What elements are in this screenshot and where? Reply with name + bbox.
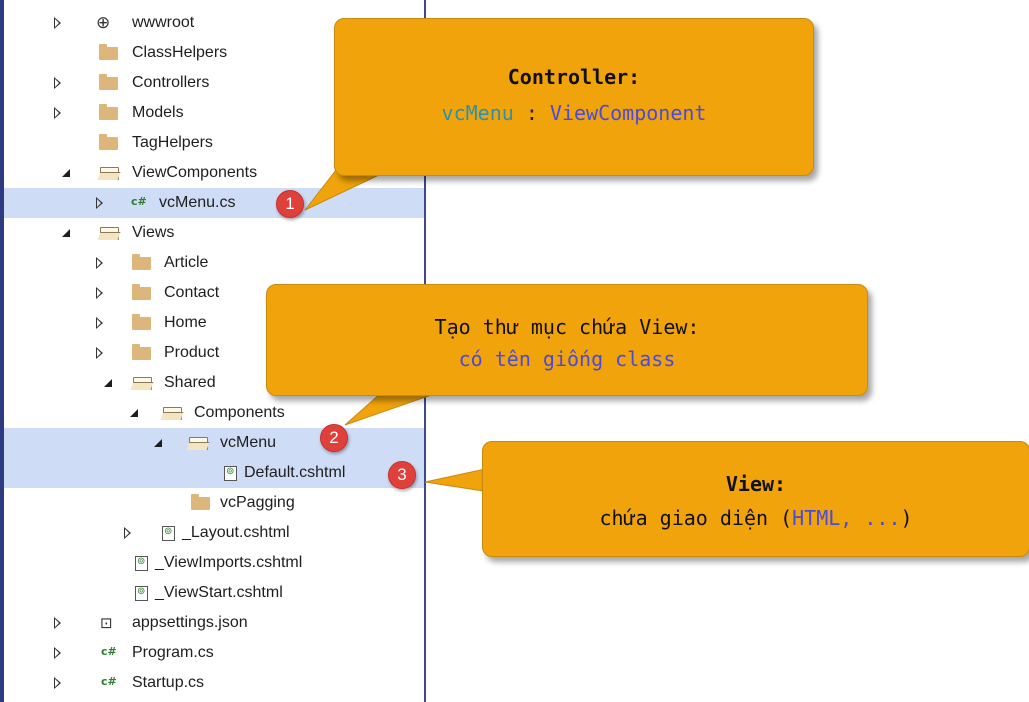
callout-text: chứa giao diện (: [599, 506, 793, 530]
tree-item-label: Contact: [164, 284, 220, 301]
expand-arrow-icon[interactable]: [96, 347, 103, 359]
tree-item-label: vcMenu.cs: [159, 194, 236, 211]
open-folder-icon: [100, 227, 119, 240]
expand-arrow-icon[interactable]: [54, 77, 61, 89]
tree-item-label: Program.cs: [132, 644, 214, 661]
tree-item-label: Shared: [164, 374, 216, 391]
tree-item-label: Controllers: [132, 74, 210, 91]
expand-arrow-icon[interactable]: [54, 617, 61, 629]
collapse-arrow-icon[interactable]: [154, 439, 162, 447]
class-separator: :: [513, 101, 550, 125]
tree-item-label: _ViewImports.cshtml: [155, 554, 303, 571]
folder-icon: [191, 494, 210, 510]
folder-icon: [132, 344, 151, 360]
open-folder-icon: [189, 437, 208, 450]
step-badge-3: 3: [388, 461, 416, 489]
tree-item-views[interactable]: Views: [4, 218, 424, 248]
folder-icon: [99, 104, 118, 120]
json-file-icon: ⊡: [100, 614, 113, 632]
tree-item-article[interactable]: Article: [4, 248, 424, 278]
open-folder-icon: [133, 377, 152, 390]
callout-view-line: chứa giao diện (HTML, ...): [483, 506, 1029, 530]
expand-arrow-icon[interactable]: [54, 107, 61, 119]
callout-controller: Controller: vcMenu : ViewComponent: [334, 18, 814, 176]
expand-arrow-icon[interactable]: [54, 17, 61, 29]
collapse-arrow-icon[interactable]: [62, 169, 70, 177]
tree-item-layout-cshtml[interactable]: _Layout.cshtml: [4, 518, 424, 548]
folder-icon: [99, 134, 118, 150]
folder-icon: [99, 74, 118, 90]
folder-icon: [132, 254, 151, 270]
expand-arrow-icon[interactable]: [96, 197, 103, 209]
expand-arrow-icon[interactable]: [124, 527, 131, 539]
expand-arrow-icon[interactable]: [54, 677, 61, 689]
callout-view: View: chứa giao diện (HTML, ...): [482, 441, 1029, 557]
tree-item-label: Startup.cs: [132, 674, 205, 691]
tree-item-vcpagging[interactable]: vcPagging: [4, 488, 424, 518]
open-folder-icon: [100, 167, 119, 180]
globe-icon: ⊕: [96, 13, 111, 33]
collapse-arrow-icon[interactable]: [104, 379, 112, 387]
callout-text: Tạo thư mục chứa View:: [434, 315, 700, 339]
csharp-file-icon: c#: [101, 645, 117, 658]
tree-item-program[interactable]: c# Program.cs: [4, 638, 424, 668]
tree-item-label: Article: [164, 254, 209, 271]
expand-arrow-icon[interactable]: [54, 647, 61, 659]
callout-class-line: vcMenu : ViewComponent: [335, 101, 813, 125]
step-badge-1: 1: [276, 190, 304, 218]
tree-item-appsettings[interactable]: ⊡ appsettings.json: [4, 608, 424, 638]
tree-item-label: Default.cshtml: [244, 464, 346, 481]
step-badge-2: 2: [320, 424, 348, 452]
tree-item-label: Views: [132, 224, 175, 241]
razor-file-icon: [162, 526, 175, 541]
tree-item-label: Home: [164, 314, 207, 331]
tree-item-label: TagHelpers: [132, 134, 213, 151]
tree-item-label: ViewComponents: [132, 164, 258, 181]
tree-item-viewimports[interactable]: _ViewImports.cshtml: [4, 548, 424, 578]
class-name: vcMenu: [441, 101, 514, 125]
folder-icon: [132, 314, 151, 330]
expand-arrow-icon[interactable]: [96, 257, 103, 269]
tree-item-label: Components: [194, 404, 285, 421]
collapse-arrow-icon[interactable]: [62, 229, 70, 237]
base-class-name: ViewComponent: [549, 101, 707, 125]
callout-title: View:: [725, 472, 787, 496]
tree-item-startup[interactable]: c# Startup.cs: [4, 668, 424, 698]
tree-item-label: appsettings.json: [132, 614, 248, 631]
tree-item-label: _ViewStart.cshtml: [155, 584, 283, 601]
tree-item-label: Models: [132, 104, 184, 121]
tree-item-label: _Layout.cshtml: [182, 524, 290, 541]
collapse-arrow-icon[interactable]: [130, 409, 138, 417]
razor-file-icon: [224, 466, 237, 481]
tree-item-label: vcPagging: [220, 494, 295, 511]
callout-text-highlight: có tên giống class: [458, 347, 676, 371]
callout-folder: Tạo thư mục chứa View: có tên giống clas…: [266, 284, 868, 396]
tree-item-label: Product: [164, 344, 220, 361]
razor-file-icon: [135, 586, 148, 601]
tree-item-label: ClassHelpers: [132, 44, 228, 61]
tree-item-label: vcMenu: [220, 434, 277, 451]
open-folder-icon: [163, 407, 182, 420]
tree-item-default-cshtml[interactable]: Default.cshtml: [4, 458, 424, 488]
tree-item-label: wwwroot: [132, 14, 195, 31]
razor-file-icon: [135, 556, 148, 571]
callout-title: Controller:: [507, 65, 641, 89]
csharp-file-icon: c#: [101, 675, 117, 688]
expand-arrow-icon[interactable]: [96, 317, 103, 329]
callout-text: ): [900, 506, 913, 530]
folder-icon: [132, 284, 151, 300]
csharp-file-icon: c#: [131, 195, 147, 208]
expand-arrow-icon[interactable]: [96, 287, 103, 299]
tree-item-viewstart[interactable]: _ViewStart.cshtml: [4, 578, 424, 608]
callout-text-highlight: HTML, ...: [792, 506, 901, 530]
folder-icon: [99, 44, 118, 60]
